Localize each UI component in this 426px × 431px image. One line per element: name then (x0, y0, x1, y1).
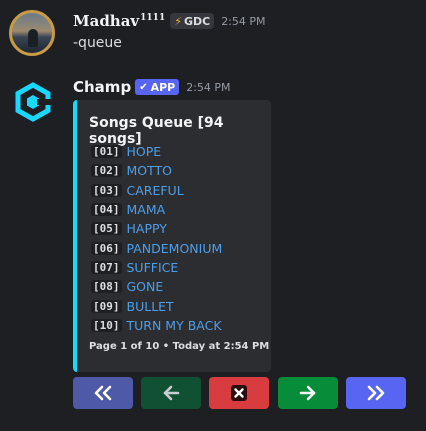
next-page-button[interactable] (278, 377, 338, 409)
list-item: [02] MOTTO (91, 161, 222, 180)
song-index: [05] (91, 222, 122, 236)
list-item: [10] TURN MY BACK (91, 316, 222, 335)
bot-header: Champ ✔ APP 2:54 PM (73, 78, 231, 96)
previous-page-button[interactable] (141, 377, 201, 409)
song-index: [02] (91, 164, 122, 178)
timestamp: 2:54 PM (221, 14, 266, 28)
song-list: [01] HOPE [02] MOTTO [03] CAREFUL [04] MAMA … (91, 142, 222, 335)
arrow-left-icon (163, 385, 180, 401)
server-tag[interactable]: ⚡ GDC (170, 13, 215, 29)
list-item: [04] MAMA (91, 200, 222, 219)
first-page-button[interactable] (73, 377, 133, 409)
double-chevron-right-icon (367, 385, 385, 401)
stop-button[interactable] (209, 377, 269, 409)
close-box-icon (231, 385, 247, 401)
list-item: [08] GONE (91, 277, 222, 296)
arrow-right-icon (299, 385, 316, 401)
song-link[interactable]: HOPE (127, 144, 162, 159)
song-index: [10] (91, 318, 122, 332)
user-header: Madhav1111 ⚡ GDC 2:54 PM (73, 12, 266, 30)
bot-avatar[interactable] (13, 82, 53, 122)
song-link[interactable]: GONE (127, 279, 164, 294)
list-item: [05] HAPPY (91, 219, 222, 238)
last-page-button[interactable] (346, 377, 406, 409)
bot-name[interactable]: Champ (73, 78, 131, 96)
song-link[interactable]: SUFFICE (127, 260, 179, 275)
song-index: [03] (91, 183, 122, 197)
app-badge: ✔ APP (135, 79, 180, 95)
message-content: -queue (73, 35, 122, 51)
avatar-silhouette (28, 29, 38, 47)
song-link[interactable]: BULLET (127, 299, 174, 314)
double-chevron-left-icon (94, 385, 112, 401)
song-index: [06] (91, 241, 122, 255)
song-index: [09] (91, 299, 122, 313)
song-link[interactable]: HAPPY (127, 221, 167, 236)
embed-footer: Page 1 of 10 • Today at 2:54 PM (89, 341, 270, 352)
queue-embed: Songs Queue [94 songs] [01] HOPE [02] MOTT… (73, 100, 271, 372)
username[interactable]: Madhav1111 (73, 12, 165, 30)
list-item: [03] CAREFUL (91, 181, 222, 200)
song-index: [01] (91, 145, 122, 159)
song-link[interactable]: MAMA (127, 202, 166, 217)
champ-logo-icon (15, 82, 51, 122)
song-link[interactable]: PANDEMONIUM (127, 241, 223, 256)
song-index: [08] (91, 280, 122, 294)
check-icon: ✔ (139, 81, 148, 93)
song-link[interactable]: MOTTO (127, 163, 173, 178)
bolt-icon: ⚡ (174, 14, 182, 28)
song-link[interactable]: CAREFUL (127, 183, 184, 198)
song-index: [04] (91, 203, 122, 217)
list-item: [06] PANDEMONIUM (91, 238, 222, 257)
list-item: [01] HOPE (91, 142, 222, 161)
user-avatar[interactable] (9, 10, 55, 56)
list-item: [09] BULLET (91, 296, 222, 315)
song-index: [07] (91, 260, 122, 274)
song-link[interactable]: TURN MY BACK (127, 318, 222, 333)
timestamp: 2:54 PM (186, 80, 231, 94)
list-item: [07] SUFFICE (91, 258, 222, 277)
